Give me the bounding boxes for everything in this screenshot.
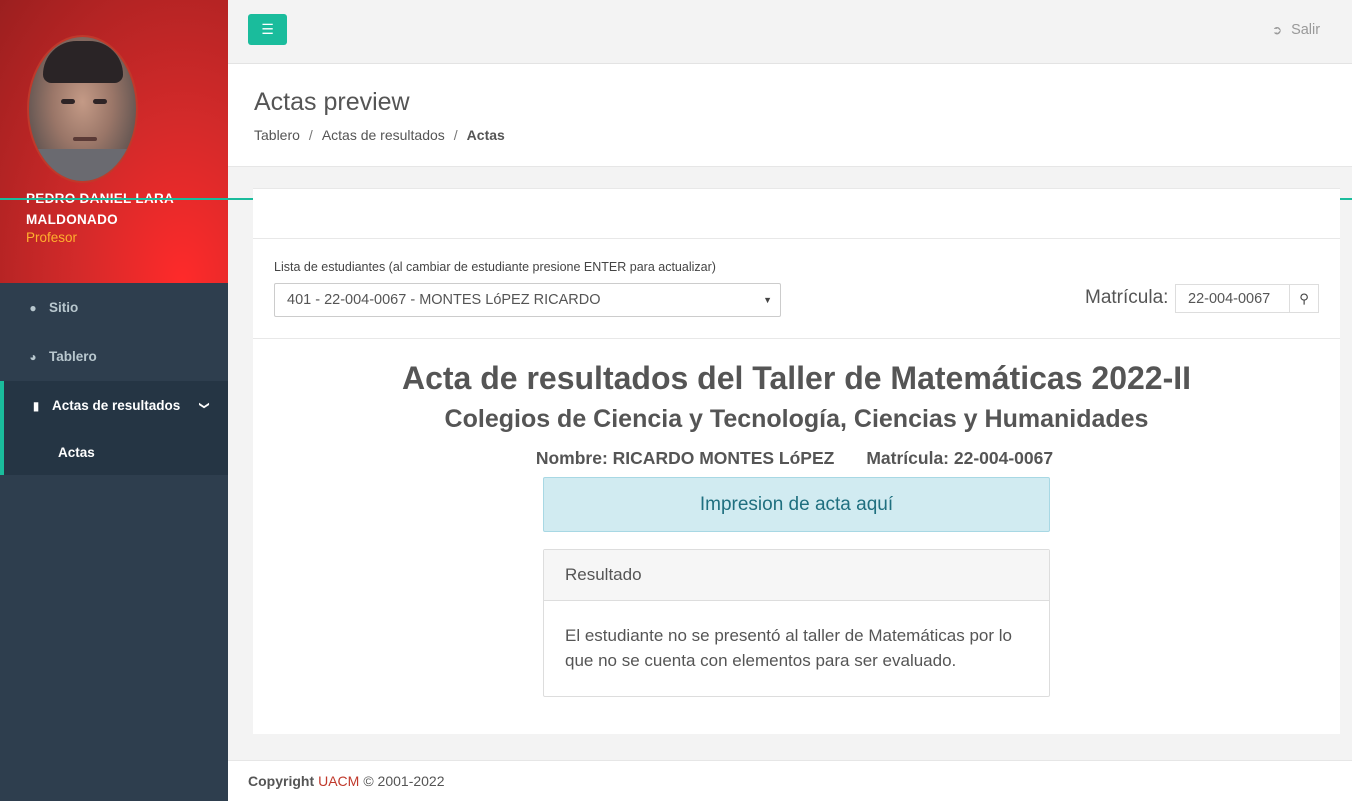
avatar <box>27 35 138 183</box>
matricula-input-value: 22-004-0067 <box>1188 290 1271 307</box>
student-name: Nombre: RICARDO MONTES LóPEZ <box>535 448 835 468</box>
globe-icon: ● <box>29 300 37 315</box>
sidebar-item-actas-de-resultados[interactable]: ▮ Actas de resultados ❯ <box>0 381 228 430</box>
chevron-down-icon: ▼ <box>763 295 772 305</box>
student-list-label: Lista de estudiantes (al cambiar de estu… <box>274 260 716 274</box>
main-panel: Lista de estudiantes (al cambiar de estu… <box>253 188 1340 734</box>
student-selector-area: Lista de estudiantes (al cambiar de estu… <box>253 239 1340 339</box>
sign-out-icon: ➲ <box>1272 23 1283 37</box>
page-header: Actas preview Tablero / Actas de resulta… <box>228 64 1352 167</box>
sidebar-item-label: Sitio <box>49 300 79 315</box>
dashboard-icon: ◕ <box>29 349 37 364</box>
search-button[interactable]: ⚲ <box>1289 284 1319 313</box>
sidebar-item-tablero[interactable]: ◕ Tablero <box>0 332 228 381</box>
breadcrumb-item-tablero[interactable]: Tablero <box>254 127 300 143</box>
user-profile: PEDRO DANIEL LARA MALDONADO Profesor <box>0 0 228 283</box>
sidebar: PEDRO DANIEL LARA MALDONADO Profesor ● S… <box>0 0 228 801</box>
footer-brand-link[interactable]: UACM <box>318 773 359 789</box>
result-text: El estudiante no se presentó al taller d… <box>565 626 1012 670</box>
student-select-value: 401 - 22-004-0067 - MONTES LóPEZ RICARDO <box>287 292 601 308</box>
hamburger-icon: ☰ <box>261 21 274 37</box>
chevron-down-icon: ❯ <box>198 401 210 410</box>
logout-link[interactable]: ➲ Salir <box>1272 22 1352 38</box>
footer-copyright: Copyright <box>248 773 315 789</box>
sidebar-subitem-actas[interactable]: Actas <box>0 430 228 475</box>
user-name: PEDRO DANIEL LARA MALDONADO <box>26 191 174 227</box>
breadcrumb: Tablero / Actas de resultados / Actas <box>254 127 505 143</box>
search-icon: ⚲ <box>1299 290 1309 306</box>
sidebar-nav: ● Sitio ◕ Tablero ▮ Actas de resultados … <box>0 283 228 475</box>
menu-toggle-button[interactable]: ☰ <box>248 14 287 45</box>
result-card: Resultado El estudiante no se presentó a… <box>543 549 1050 697</box>
panel-header <box>253 189 1340 239</box>
matricula-label: Matrícula: <box>1085 287 1169 308</box>
footer-years: © 2001-2022 <box>363 773 445 789</box>
result-header: Resultado <box>544 550 1049 601</box>
sidebar-subitem-label: Actas <box>58 445 95 460</box>
matricula-input[interactable]: 22-004-0067 <box>1175 284 1290 313</box>
page-title: Actas preview <box>254 88 410 116</box>
student-select[interactable]: 401 - 22-004-0067 - MONTES LóPEZ RICARDO… <box>274 283 781 317</box>
student-info: Nombre: RICARDO MONTES LóPEZ Matrícula: … <box>253 448 1340 469</box>
logout-label: Salir <box>1291 22 1321 38</box>
print-acta-link[interactable]: Impresion de acta aquí <box>543 477 1050 532</box>
document-icon: ▮ <box>32 398 40 413</box>
sidebar-item-label: Tablero <box>49 349 97 364</box>
footer: Copyright UACM © 2001-2022 <box>228 760 1352 801</box>
breadcrumb-item-actas: Actas <box>466 127 505 143</box>
sidebar-item-sitio[interactable]: ● Sitio <box>0 283 228 332</box>
acta-subtitle: Colegios de Ciencia y Tecnología, Cienci… <box>444 405 1149 433</box>
student-matricula: Matrícula: 22-004-0067 <box>866 448 1054 468</box>
topbar: ☰ ➲ Salir <box>228 0 1352 64</box>
user-role: Profesor <box>26 230 78 245</box>
acta-title: Acta de resultados del Taller de Matemát… <box>401 360 1192 396</box>
breadcrumb-item-actas-de-resultados[interactable]: Actas de resultados <box>322 127 445 143</box>
sidebar-item-label: Actas de resultados <box>52 398 181 413</box>
